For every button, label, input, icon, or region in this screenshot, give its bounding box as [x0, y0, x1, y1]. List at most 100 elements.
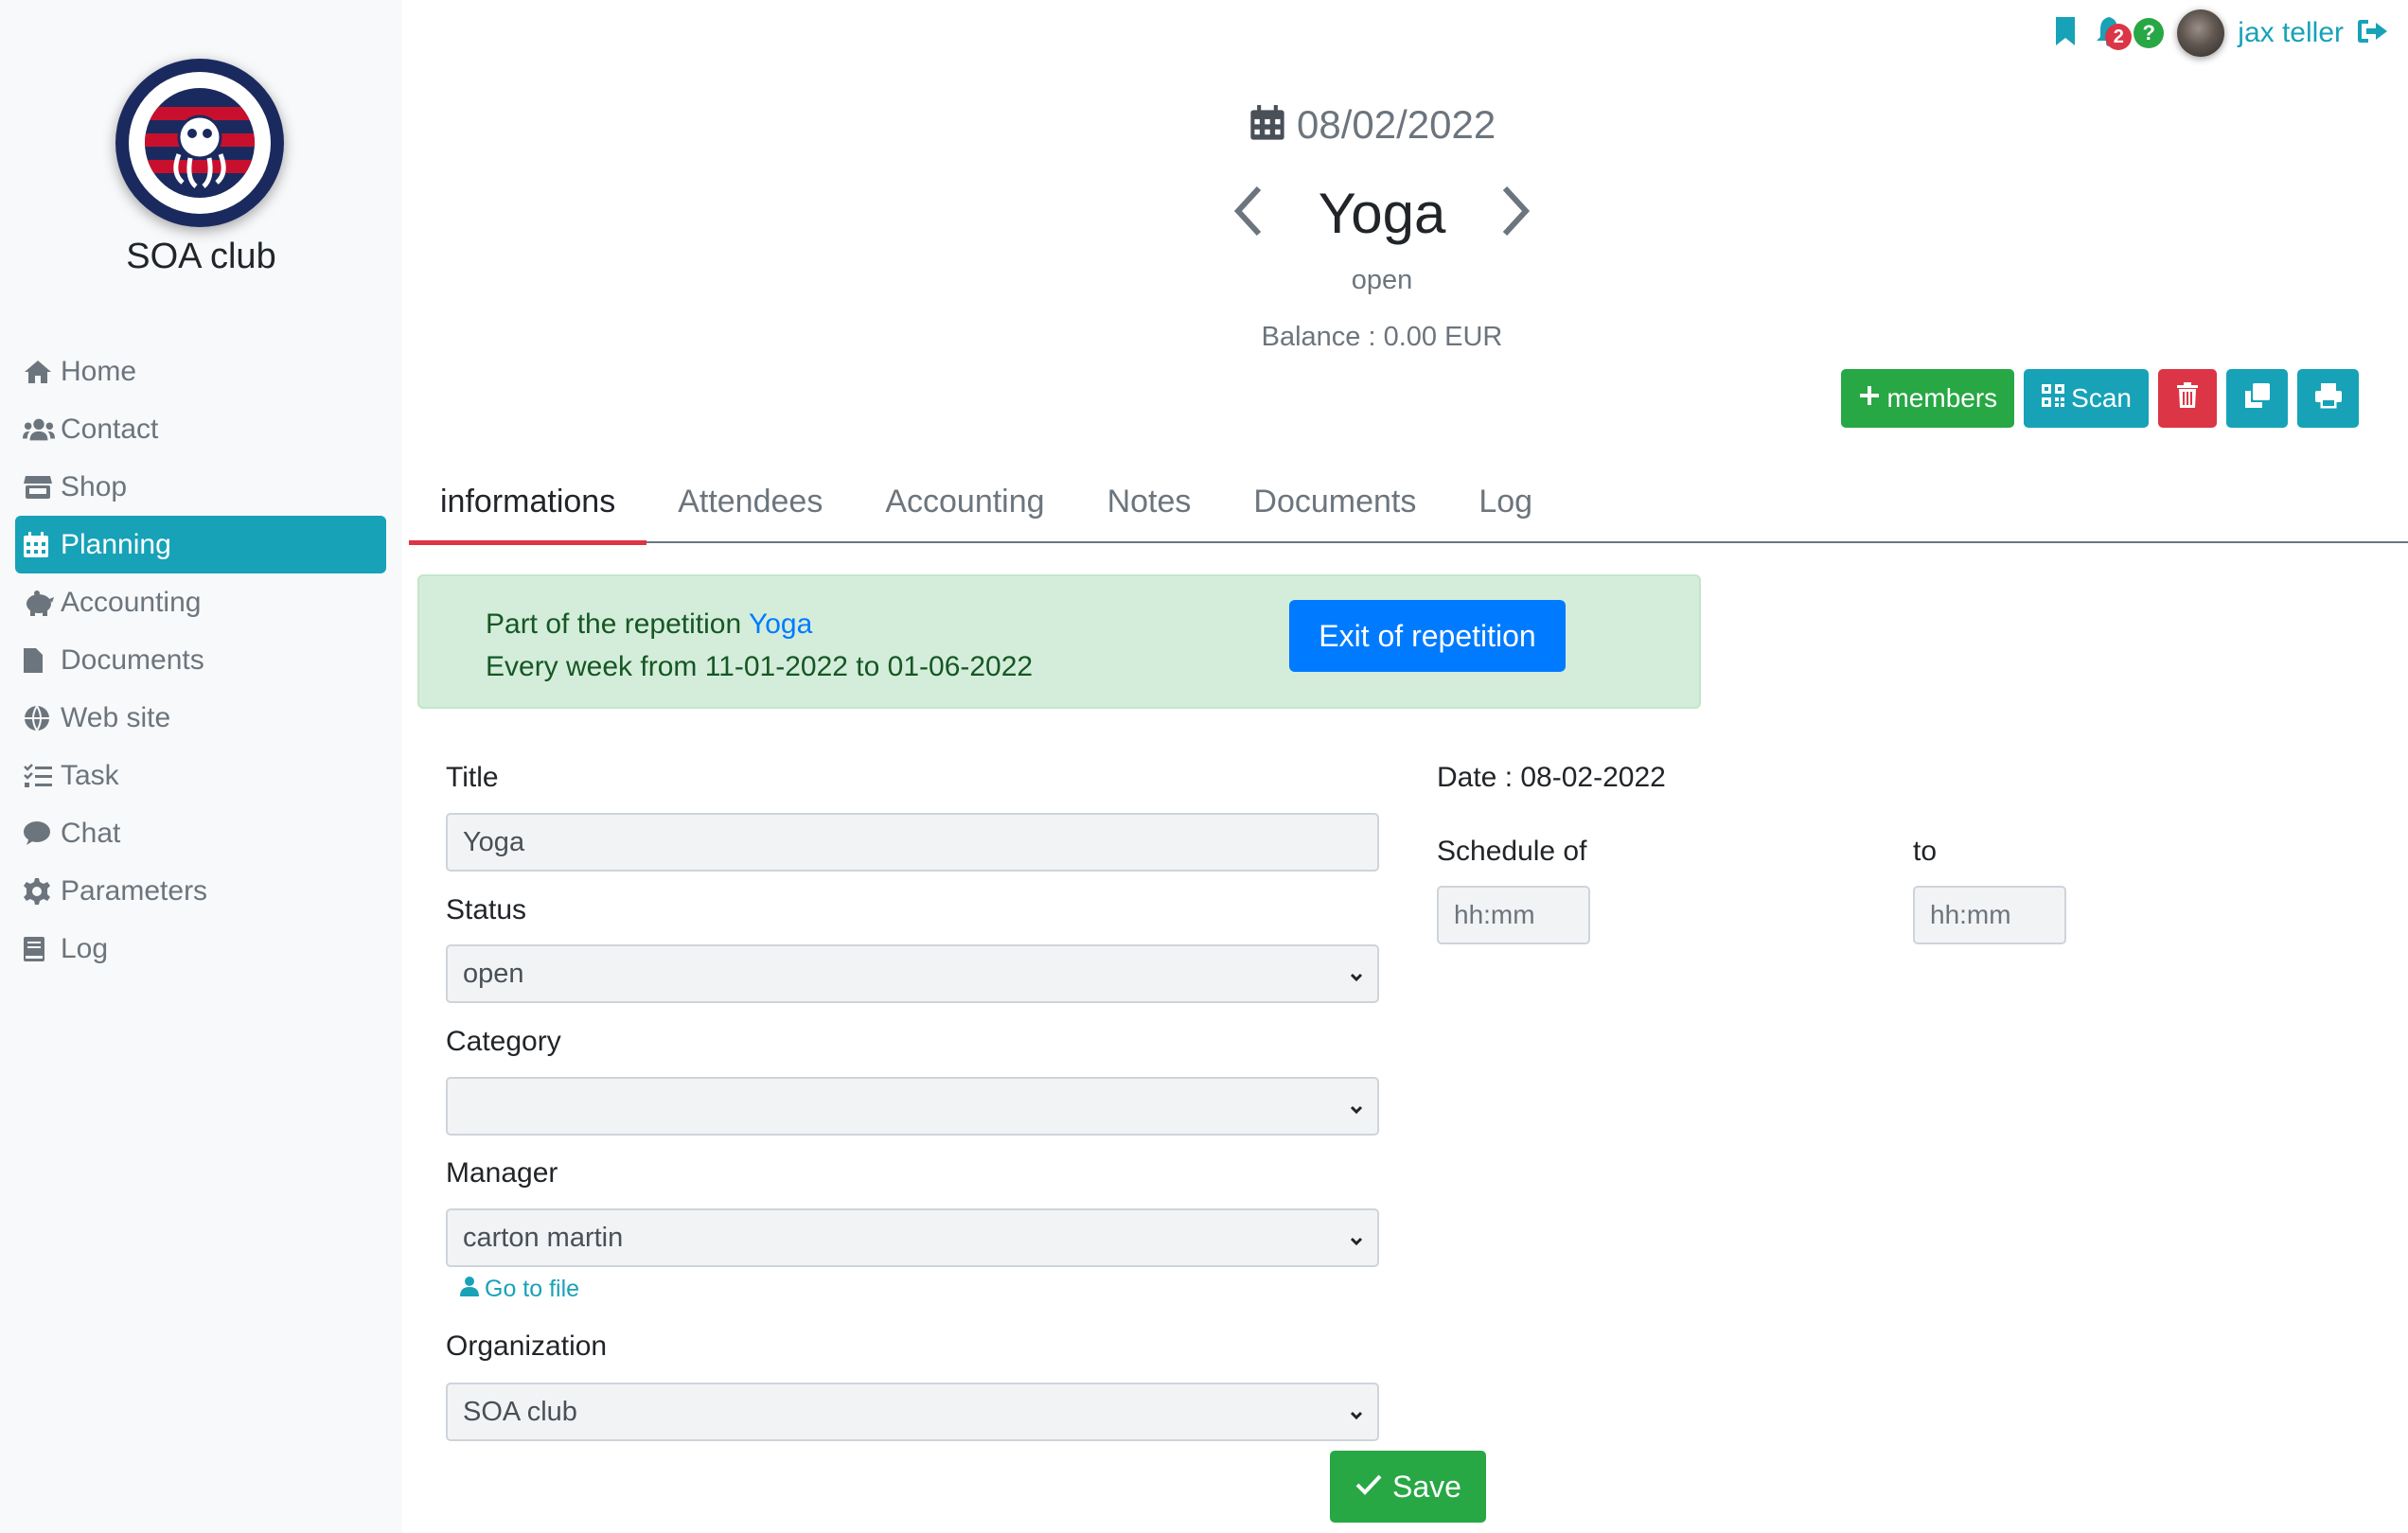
title-field[interactable]: Yoga: [446, 813, 1379, 872]
organization-select[interactable]: SOA club: [446, 1383, 1379, 1441]
calendar-icon: [1249, 104, 1285, 147]
comment-icon: [23, 819, 55, 848]
organization-value: SOA club: [463, 1396, 577, 1427]
notification-count-badge: 2: [2105, 24, 2133, 50]
repetition-link[interactable]: Yoga: [749, 608, 812, 640]
chevron-right-icon[interactable]: [1499, 185, 1533, 242]
print-button[interactable]: [2297, 369, 2359, 428]
duplicate-button[interactable]: [2226, 369, 2288, 428]
manager-label: Manager: [446, 1157, 558, 1189]
sidebar-item-website[interactable]: Web site: [15, 689, 386, 747]
sidebar-item-label: Accounting: [61, 586, 202, 618]
logout-icon[interactable]: [2357, 18, 2389, 49]
help-badge[interactable]: ?: [2134, 18, 2165, 48]
tab-informations[interactable]: informations: [409, 460, 647, 545]
sidebar-item-label: Planning: [61, 528, 171, 560]
tab-notes[interactable]: Notes: [1076, 460, 1223, 543]
save-label: Save: [1392, 1469, 1461, 1504]
event-balance: Balance : 0.00 EUR: [1261, 322, 1503, 352]
calendar-icon: [23, 531, 55, 559]
trash-icon: [2177, 381, 2198, 415]
chevron-down-icon: [1349, 964, 1364, 996]
chevron-down-icon: [1349, 1228, 1364, 1260]
chevron-down-icon: [1349, 1097, 1364, 1128]
sidebar-item-parameters[interactable]: Parameters: [15, 862, 386, 920]
print-icon: [2314, 382, 2343, 415]
repetition-info: Part of the repetition Yoga Every week f…: [486, 603, 1033, 688]
sidebar-item-label: Parameters: [61, 874, 208, 907]
home-icon: [23, 358, 55, 386]
users-icon: [23, 415, 55, 444]
event-status: open: [1351, 265, 1413, 295]
event-tabs: informations Attendees Accounting Notes …: [409, 460, 2408, 545]
schedule-to-label: to: [1913, 836, 1938, 867]
sidebar-item-contact[interactable]: Contact: [15, 400, 386, 458]
avatar[interactable]: [2177, 9, 2225, 57]
sidebar-item-label: Home: [61, 355, 137, 387]
check-icon: [1354, 1470, 1383, 1505]
tasks-icon: [23, 762, 55, 790]
plus-icon: [1858, 383, 1881, 414]
title-label: Title: [446, 762, 499, 793]
title-value: Yoga: [463, 826, 525, 857]
event-date-text: 08/02/2022: [1297, 102, 1496, 147]
exit-repetition-button[interactable]: Exit of repetition: [1289, 600, 1566, 672]
scan-button[interactable]: Scan: [2024, 369, 2149, 428]
date-label: Date : 08-02-2022: [1437, 762, 1666, 793]
user-bar: 2 ? jax teller: [2054, 9, 2389, 57]
sidebar-item-documents[interactable]: Documents: [15, 631, 386, 689]
tab-accounting[interactable]: Accounting: [854, 460, 1075, 543]
sidebar-item-log[interactable]: Log: [15, 920, 386, 978]
sidebar-item-label: Contact: [61, 413, 159, 445]
add-members-button[interactable]: members: [1841, 369, 2015, 428]
sidebar-item-planning[interactable]: Planning: [15, 516, 386, 573]
start-time-input[interactable]: hh:mm: [1437, 886, 1590, 944]
manager-select[interactable]: carton martin: [446, 1208, 1379, 1267]
sidebar-item-label: Log: [61, 932, 109, 964]
repetition-prefix: Part of the repetition: [486, 608, 742, 640]
chevron-left-icon[interactable]: [1231, 185, 1265, 242]
chevron-down-icon: [1349, 1402, 1364, 1434]
file-icon: [23, 646, 55, 675]
event-title: Yoga: [1318, 181, 1446, 245]
delete-button[interactable]: [2158, 369, 2217, 428]
sidebar-item-home[interactable]: Home: [15, 343, 386, 400]
go-to-file-link[interactable]: Go to file: [460, 1276, 579, 1303]
status-label: Status: [446, 894, 527, 925]
clone-icon: [2243, 381, 2272, 416]
repetition-alert: Part of the repetition Yoga Every week f…: [417, 574, 1701, 709]
scan-label: Scan: [2071, 383, 2132, 413]
username-link[interactable]: jax teller: [2238, 17, 2344, 49]
club-name: SOA club: [126, 237, 276, 276]
store-icon: [23, 473, 55, 502]
club-logo[interactable]: [115, 59, 284, 227]
sidebar-item-chat[interactable]: Chat: [15, 804, 386, 862]
category-select[interactable]: [446, 1077, 1379, 1136]
user-icon: [460, 1276, 479, 1303]
category-label: Category: [446, 1026, 561, 1057]
notifications-button[interactable]: 2: [2090, 14, 2133, 52]
sidebar-item-label: Shop: [61, 470, 128, 502]
tab-log[interactable]: Log: [1447, 460, 1564, 543]
schedule-of-label: Schedule of: [1437, 836, 1587, 867]
add-members-label: members: [1886, 383, 1998, 413]
sidebar-item-label: Web site: [61, 701, 171, 733]
bookmark-icon[interactable]: [2054, 16, 2077, 51]
end-time-input[interactable]: hh:mm: [1913, 886, 2066, 944]
sidebar-item-shop[interactable]: Shop: [15, 458, 386, 516]
status-select[interactable]: open: [446, 944, 1379, 1003]
sidebar-item-label: Chat: [61, 817, 121, 849]
repetition-schedule: Every week from 11-01-2022 to 01-06-2022: [486, 651, 1034, 682]
action-toolbar: members Scan: [1841, 369, 2359, 428]
sidebar-item-accounting[interactable]: Accounting: [15, 573, 386, 631]
gear-icon: [23, 877, 55, 906]
tab-documents[interactable]: Documents: [1222, 460, 1447, 543]
status-value: open: [463, 958, 524, 989]
organization-label: Organization: [446, 1330, 608, 1362]
save-button[interactable]: Save: [1330, 1451, 1486, 1523]
sidebar-item-label: Documents: [61, 643, 204, 676]
sidebar-item-task[interactable]: Task: [15, 747, 386, 804]
event-date: 08/02/2022: [1249, 102, 1496, 148]
sidebar-item-label: Task: [61, 759, 119, 791]
tab-attendees[interactable]: Attendees: [646, 460, 854, 543]
